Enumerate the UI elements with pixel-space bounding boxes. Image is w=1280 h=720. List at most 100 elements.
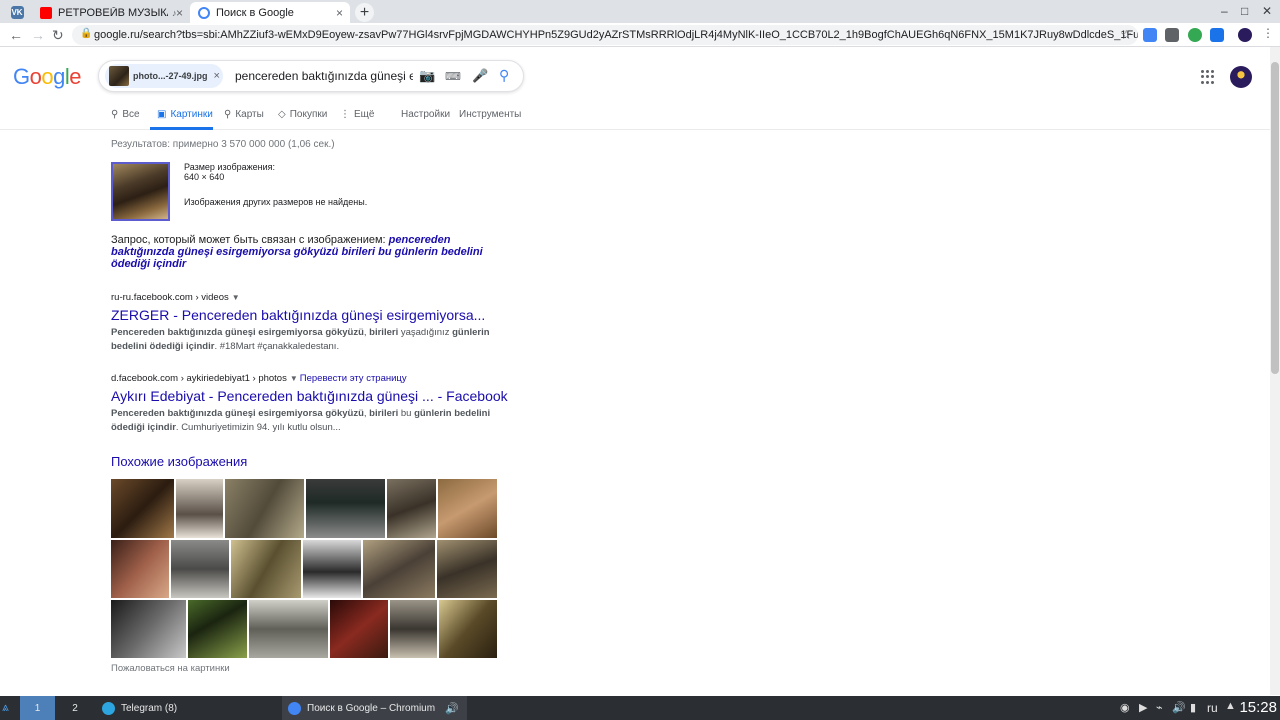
forward-arrow-icon[interactable]: → — [31, 27, 45, 43]
report-images-link[interactable]: Пожаловаться на картинки — [111, 663, 230, 674]
search-icon: ⚲ — [111, 109, 119, 120]
chip-label: photo...-27-49.jpg — [133, 71, 208, 81]
similar-image[interactable] — [188, 600, 247, 658]
settings-link[interactable]: Настройки — [401, 109, 450, 120]
google-apps-icon[interactable] — [1201, 70, 1215, 84]
battery-icon[interactable]: ▮ — [1190, 701, 1196, 714]
minimize-icon[interactable]: – — [1221, 4, 1228, 18]
similar-image[interactable] — [306, 479, 385, 538]
cite-url: d.facebook.com › aykiriedebiyat1 › photo… — [111, 373, 287, 384]
volume-icon[interactable]: 🔊 — [1172, 701, 1186, 714]
similar-image[interactable] — [437, 540, 497, 598]
chip-close-icon[interactable]: × — [214, 70, 220, 82]
result-title-link[interactable]: Aykırı Edebiyat - Pencereden baktığınızd… — [111, 388, 508, 404]
microphone-icon[interactable]: 🎤 — [472, 68, 488, 84]
translate-extension-icon[interactable] — [1143, 28, 1157, 42]
tab-label: Поиск в Google — [216, 6, 294, 19]
map-pin-icon: ⚲ — [224, 109, 232, 120]
similar-image[interactable] — [225, 479, 304, 538]
close-tab-icon[interactable]: × — [176, 6, 183, 20]
tray-up-arrow-icon[interactable]: ▲ — [1225, 700, 1236, 712]
tab-maps[interactable]: ⚲ Карты — [224, 109, 264, 120]
tab-label: Ещё — [354, 109, 375, 120]
active-tab-indicator — [150, 127, 213, 130]
image-size-label: Размер изображения: — [184, 162, 276, 172]
taskbar-chromium[interactable]: Поиск в Google – Chromium 🔊 — [282, 696, 467, 720]
taskbar-item-label: Telegram (8) — [121, 702, 178, 714]
similar-image[interactable] — [363, 540, 435, 598]
query-image-thumbnail[interactable] — [111, 162, 170, 221]
clip-icon[interactable]: ⌁ — [1156, 701, 1163, 714]
reload-icon[interactable]: ↻ — [52, 27, 64, 44]
extension-icon[interactable] — [1210, 28, 1224, 42]
related-query: Запрос, который может быть связан с изоб… — [111, 234, 511, 270]
start-menu-icon[interactable]: ⩓ — [2, 700, 9, 715]
pinned-tab-vk[interactable]: VK — [4, 3, 30, 21]
search-box[interactable]: photo...-27-49.jpg × pencereden baktığın… — [98, 60, 524, 92]
camera-icon[interactable]: 📷 — [419, 68, 435, 84]
clock[interactable]: 15:28 — [1239, 699, 1277, 716]
similar-image[interactable] — [438, 479, 497, 538]
similar-image[interactable] — [439, 600, 497, 658]
result-cite: ru-ru.facebook.com › videos ▼ — [111, 292, 240, 303]
tab-images[interactable]: ▣ Картинки — [157, 109, 213, 120]
caret-down-icon[interactable]: ▼ — [232, 293, 240, 302]
menu-kebab-icon[interactable]: ⋮ — [1262, 26, 1276, 40]
similar-images-heading[interactable]: Похожие изображения — [111, 454, 247, 469]
search-icon[interactable]: ⚲ — [499, 67, 509, 84]
speaker-icon[interactable]: 🔊 — [445, 702, 459, 715]
translate-page-link[interactable]: Перевести эту страницу — [300, 373, 407, 384]
similar-image[interactable] — [303, 540, 361, 598]
address-bar[interactable]: 🔒 google.ru/search?tbs=sbi:AMhZZiuf3-wEM… — [72, 25, 1138, 45]
account-avatar[interactable] — [1230, 66, 1252, 88]
tab-all[interactable]: ⚲ Все — [111, 109, 140, 120]
tab-google-search[interactable]: Поиск в Google × — [190, 2, 350, 23]
scrollbar-thumb[interactable] — [1271, 62, 1279, 374]
network-icon[interactable]: ◉ — [1120, 701, 1130, 714]
tab-retrowave-music[interactable]: РЕТРОВЕЙВ МУЗЫКА 1 Ч ♪ × — [32, 2, 190, 23]
tab-shopping[interactable]: ◇ Покупки — [278, 109, 327, 120]
result-title-link[interactable]: ZERGER - Pencereden baktığınızda güneşi … — [111, 307, 485, 323]
bookmark-star-icon[interactable]: ☆ — [1120, 27, 1132, 43]
tools-link[interactable]: Инструменты — [459, 109, 521, 120]
close-tab-icon[interactable]: × — [336, 6, 343, 20]
logo-letter: g — [53, 64, 65, 89]
similar-image[interactable] — [111, 479, 174, 538]
logo-letter: e — [69, 64, 82, 89]
new-tab-button[interactable]: + — [355, 3, 374, 22]
similar-image[interactable] — [387, 479, 436, 538]
similar-image[interactable] — [390, 600, 437, 658]
media-play-icon[interactable]: ▶ — [1139, 701, 1147, 714]
keyboard-icon[interactable]: ⌨ — [445, 70, 461, 83]
search-image-chip[interactable]: photo...-27-49.jpg × — [105, 64, 223, 88]
similar-image[interactable] — [111, 600, 186, 658]
extension-icon[interactable] — [1165, 28, 1179, 42]
tab-label: Все — [122, 109, 140, 120]
workspace-2[interactable]: 2 — [60, 696, 90, 720]
maximize-icon[interactable]: □ — [1241, 4, 1248, 18]
similar-image[interactable] — [111, 540, 169, 598]
workspace-1[interactable]: 1 — [20, 696, 55, 720]
similar-image[interactable] — [330, 600, 388, 658]
google-logo[interactable]: Google — [13, 64, 82, 90]
similar-image[interactable] — [176, 479, 223, 538]
os-taskbar: ⩓ 1 2 Telegram (8) Поиск в Google – Chro… — [0, 696, 1280, 720]
chip-thumbnail — [109, 66, 129, 86]
profile-avatar-icon[interactable] — [1238, 28, 1252, 42]
similar-image[interactable] — [171, 540, 229, 598]
tab-more[interactable]: ⋮ Ещё — [340, 109, 374, 120]
taskbar-telegram[interactable]: Telegram (8) — [96, 696, 276, 720]
no-other-sizes-text: Изображения других размеров не найдены. — [184, 197, 368, 207]
similar-image[interactable] — [249, 600, 328, 658]
back-arrow-icon[interactable]: ← — [9, 27, 23, 43]
similar-image[interactable] — [231, 540, 301, 598]
vk-icon: VK — [10, 5, 24, 19]
close-window-icon[interactable]: ✕ — [1262, 4, 1272, 18]
google-favicon-icon — [198, 6, 210, 19]
chromium-icon — [288, 701, 301, 715]
extension-badge-icon[interactable] — [1188, 28, 1202, 42]
lock-icon: 🔒 — [80, 28, 93, 39]
search-input[interactable]: pencereden baktığınızda güneşi esirgemiy… — [235, 69, 413, 83]
caret-down-icon[interactable]: ▼ — [290, 374, 298, 383]
keyboard-layout[interactable]: ru — [1207, 701, 1218, 715]
